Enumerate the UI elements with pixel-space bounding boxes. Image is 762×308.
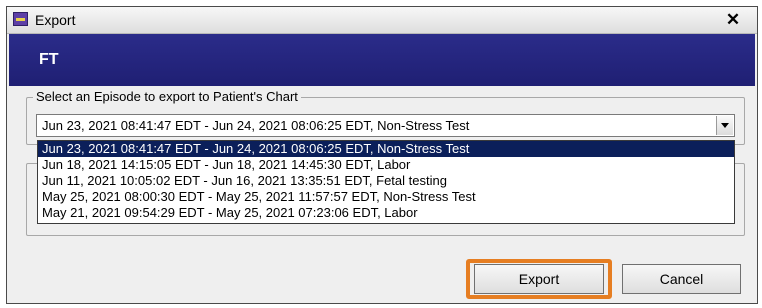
episode-option[interactable]: Jun 18, 2021 14:15:05 EDT - Jun 18, 2021… [38, 157, 734, 173]
window-title: Export [35, 12, 76, 28]
export-button[interactable]: Export [474, 264, 604, 294]
title-bar: Export ✕ [7, 7, 757, 34]
close-button[interactable]: ✕ [715, 10, 751, 29]
header-title: FT [39, 51, 59, 68]
episode-dropdown-list[interactable]: Jun 23, 2021 08:41:47 EDT - Jun 24, 2021… [37, 140, 735, 224]
episode-option[interactable]: May 21, 2021 09:54:29 EDT - May 25, 2021… [38, 205, 734, 221]
episode-option[interactable]: Jun 11, 2021 10:05:02 EDT - Jun 16, 2021… [38, 173, 734, 189]
app-icon [13, 12, 28, 26]
chevron-down-icon[interactable] [716, 116, 733, 135]
episode-group-legend: Select an Episode to export to Patient's… [33, 89, 301, 104]
episode-select[interactable]: Jun 23, 2021 08:41:47 EDT - Jun 24, 2021… [36, 114, 735, 137]
header-band: FT [9, 34, 755, 86]
episode-option[interactable]: Jun 23, 2021 08:41:47 EDT - Jun 24, 2021… [38, 141, 734, 157]
cancel-button[interactable]: Cancel [622, 264, 741, 294]
episode-option[interactable]: May 25, 2021 08:00:30 EDT - May 25, 2021… [38, 189, 734, 205]
episode-select-value: Jun 23, 2021 08:41:47 EDT - Jun 24, 2021… [42, 118, 470, 133]
